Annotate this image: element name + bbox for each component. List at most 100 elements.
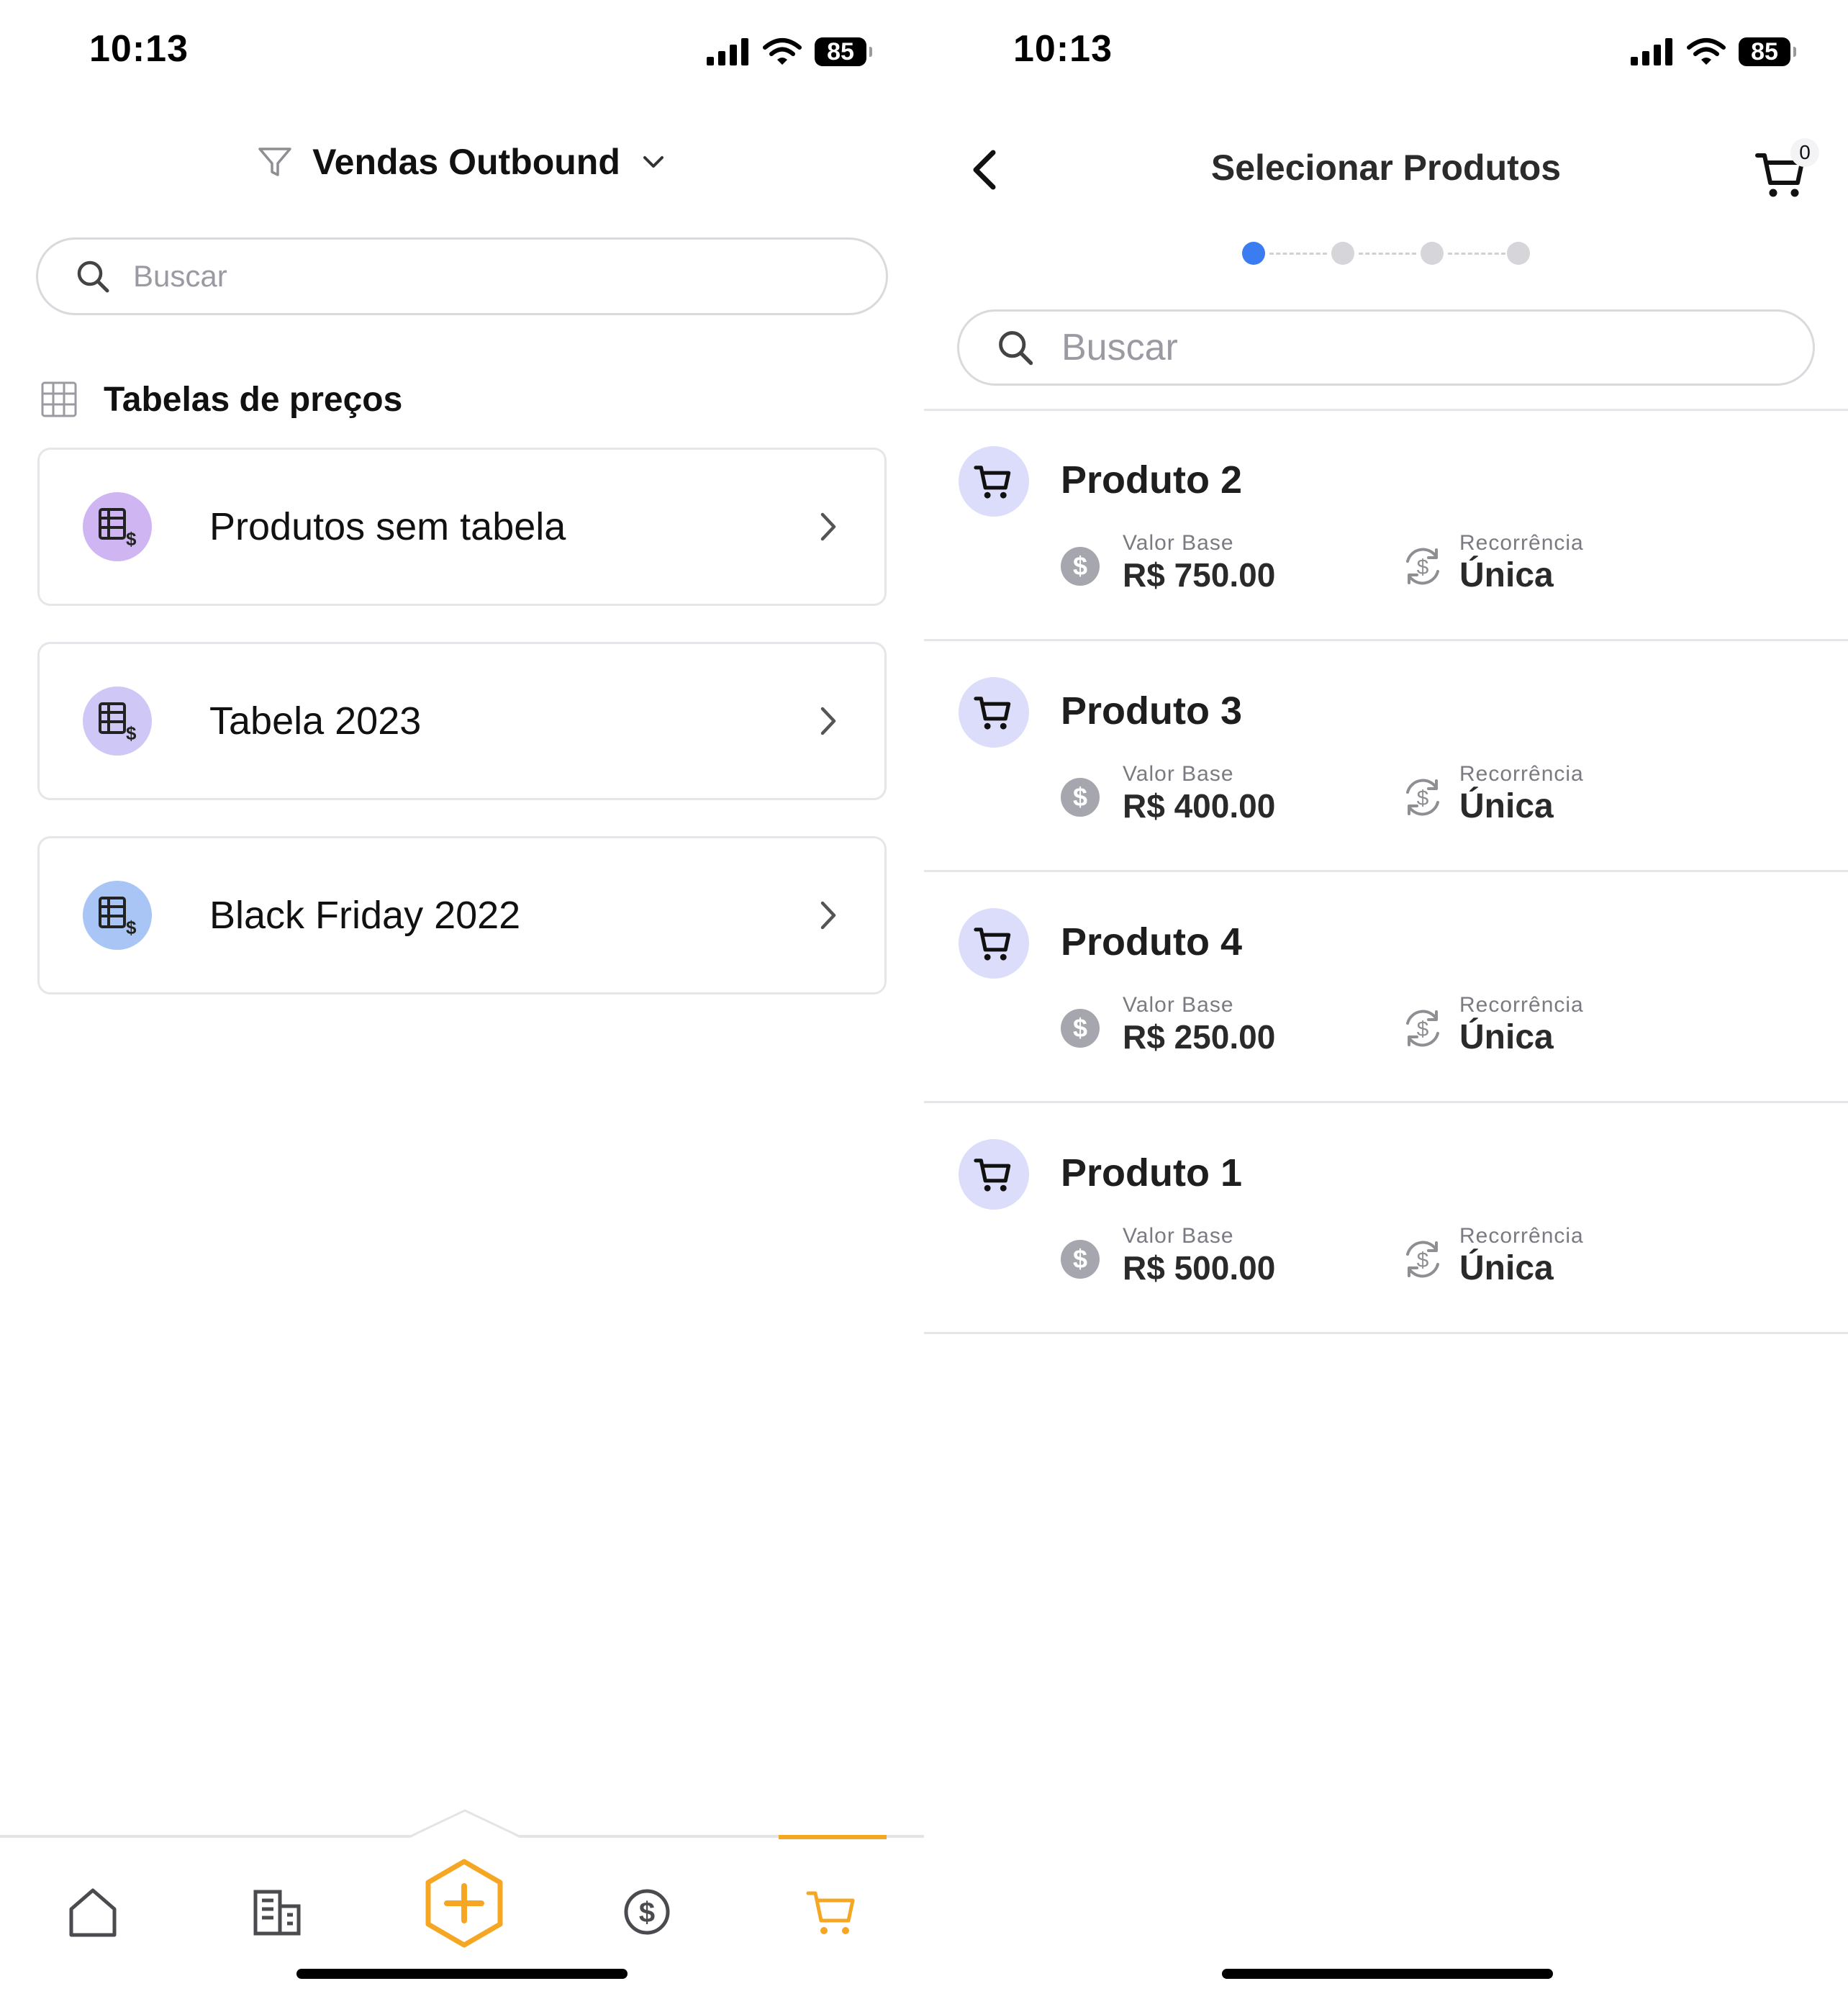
step-dot [1242,242,1265,265]
recurrence-value: Única [1459,787,1554,825]
base-value: R$ 500.00 [1123,1249,1276,1287]
search-input[interactable]: Buscar [957,309,1815,386]
recurrence-icon: $ [1406,779,1439,816]
product-row[interactable]: Produto 1 $ Valor Base R$ 500.00 $ Recor… [924,1103,1848,1333]
product-name: Produto 1 [1061,1151,1242,1195]
status-time: 10:13 [89,28,189,70]
price-table-card[interactable]: $ Produtos sem tabela [37,448,887,606]
status-icons: 85 [707,37,872,66]
search-placeholder: Buscar [133,259,227,293]
product-row[interactable]: Produto 3 $ Valor Base R$ 400.00 $ Recor… [924,641,1848,871]
search-icon [77,260,109,293]
step-dot [1331,242,1354,265]
price-table-icon: $ [99,508,137,548]
coin-icon: $ [1061,1240,1100,1279]
recurrence-value: Única [1459,1018,1554,1056]
base-value-label: Valor Base [1123,993,1234,1017]
search-input[interactable]: Buscar [36,237,888,315]
status-bar: 10:13 85 [924,0,1848,101]
price-table-label: Tabela 2023 [209,699,422,743]
status-bar: 10:13 85 [0,0,924,101]
pipeline-title: Vendas Outbound [312,142,620,182]
search-icon [999,331,1033,366]
recurrence-label: Recorrência [1459,1224,1584,1248]
home-indicator [296,1969,628,1979]
status-time: 10:13 [1013,28,1113,70]
status-icons: 85 [1631,37,1796,66]
recurrence-icon: $ [1406,1241,1439,1278]
wifi-icon [1687,38,1726,65]
step-dot [1421,242,1444,265]
recurrence-label: Recorrência [1459,993,1584,1017]
base-value: R$ 400.00 [1123,787,1276,825]
step-dot [1507,242,1530,265]
product-avatar [959,908,1029,979]
cart-icon [974,697,1011,730]
recurrence-value: Única [1459,556,1554,594]
chevron-down-icon [643,156,663,168]
recurrence-value: Única [1459,1249,1554,1287]
nav-finance[interactable]: $ [607,1872,687,1952]
coin-icon: $ [1061,778,1100,817]
recurrence-icon: $ [1406,548,1439,585]
filter-icon [258,148,291,176]
svg-text:$: $ [1417,1017,1429,1041]
product-row[interactable]: Produto 2 $ Valor Base R$ 750.00 $ Recor… [924,410,1848,640]
cart-icon [974,928,1011,961]
price-table-icon: $ [99,702,137,743]
recurrence-icon: $ [1406,1010,1439,1047]
divider [924,1332,1848,1334]
product-avatar [959,677,1029,748]
product-avatar [959,1139,1029,1210]
price-table-card[interactable]: $ Tabela 2023 [37,642,887,800]
cart-icon [974,466,1011,499]
base-value: R$ 250.00 [1123,1018,1276,1056]
base-value-label: Valor Base [1123,762,1234,786]
nav-products[interactable] [792,1872,871,1952]
recurrence-label: Recorrência [1459,531,1584,555]
base-value-label: Valor Base [1123,531,1234,555]
recurrence-label: Recorrência [1459,762,1584,786]
svg-text:$: $ [639,1897,655,1928]
price-table-card[interactable]: $ Black Friday 2022 [37,836,887,994]
cart-button[interactable]: 0 [1754,138,1819,203]
chevron-right-icon [820,707,836,735]
product-name: Produto 3 [1061,689,1242,733]
add-icon [425,1859,503,1948]
product-name: Produto 2 [1061,458,1242,502]
price-table-avatar: $ [83,686,152,756]
battery-icon: 85 [1739,37,1796,66]
signal-icon [707,38,748,65]
grid-icon [41,381,77,417]
price-table-icon: $ [99,897,137,937]
wifi-icon [763,38,802,65]
product-avatar [959,446,1029,517]
svg-text:$: $ [126,722,137,743]
step-connector [1359,253,1416,255]
nav-add[interactable] [417,1857,511,1950]
svg-text:$: $ [126,528,137,548]
building-icon [253,1890,301,1936]
cart-icon [806,1891,855,1934]
svg-text:$: $ [1417,787,1429,810]
price-table-avatar: $ [83,881,152,950]
coin-icon: $ [1061,1009,1100,1048]
dollar-icon: $ [624,1889,670,1935]
nav-home[interactable] [53,1872,132,1952]
svg-text:$: $ [126,917,137,937]
battery-level: 85 [827,38,854,65]
product-row[interactable]: Produto 4 $ Valor Base R$ 250.00 $ Recor… [924,872,1848,1102]
coin-icon: $ [1061,547,1100,586]
signal-icon [1631,38,1672,65]
svg-text:$: $ [1417,1248,1429,1272]
step-connector [1269,253,1327,255]
nav-companies[interactable] [237,1872,317,1952]
pipeline-filter[interactable]: Vendas Outbound [0,137,924,187]
page-title: Selecionar Produtos [1210,148,1562,188]
section-title: Tabelas de preços [104,380,403,419]
search-placeholder: Buscar [1061,327,1178,368]
select-products-screen: 10:13 85 Selecionar Produtos 0 Buscar Pr… [924,0,1848,1999]
price-table-label: Produtos sem tabela [209,505,566,548]
home-indicator [1222,1969,1553,1979]
chevron-right-icon [820,901,836,930]
